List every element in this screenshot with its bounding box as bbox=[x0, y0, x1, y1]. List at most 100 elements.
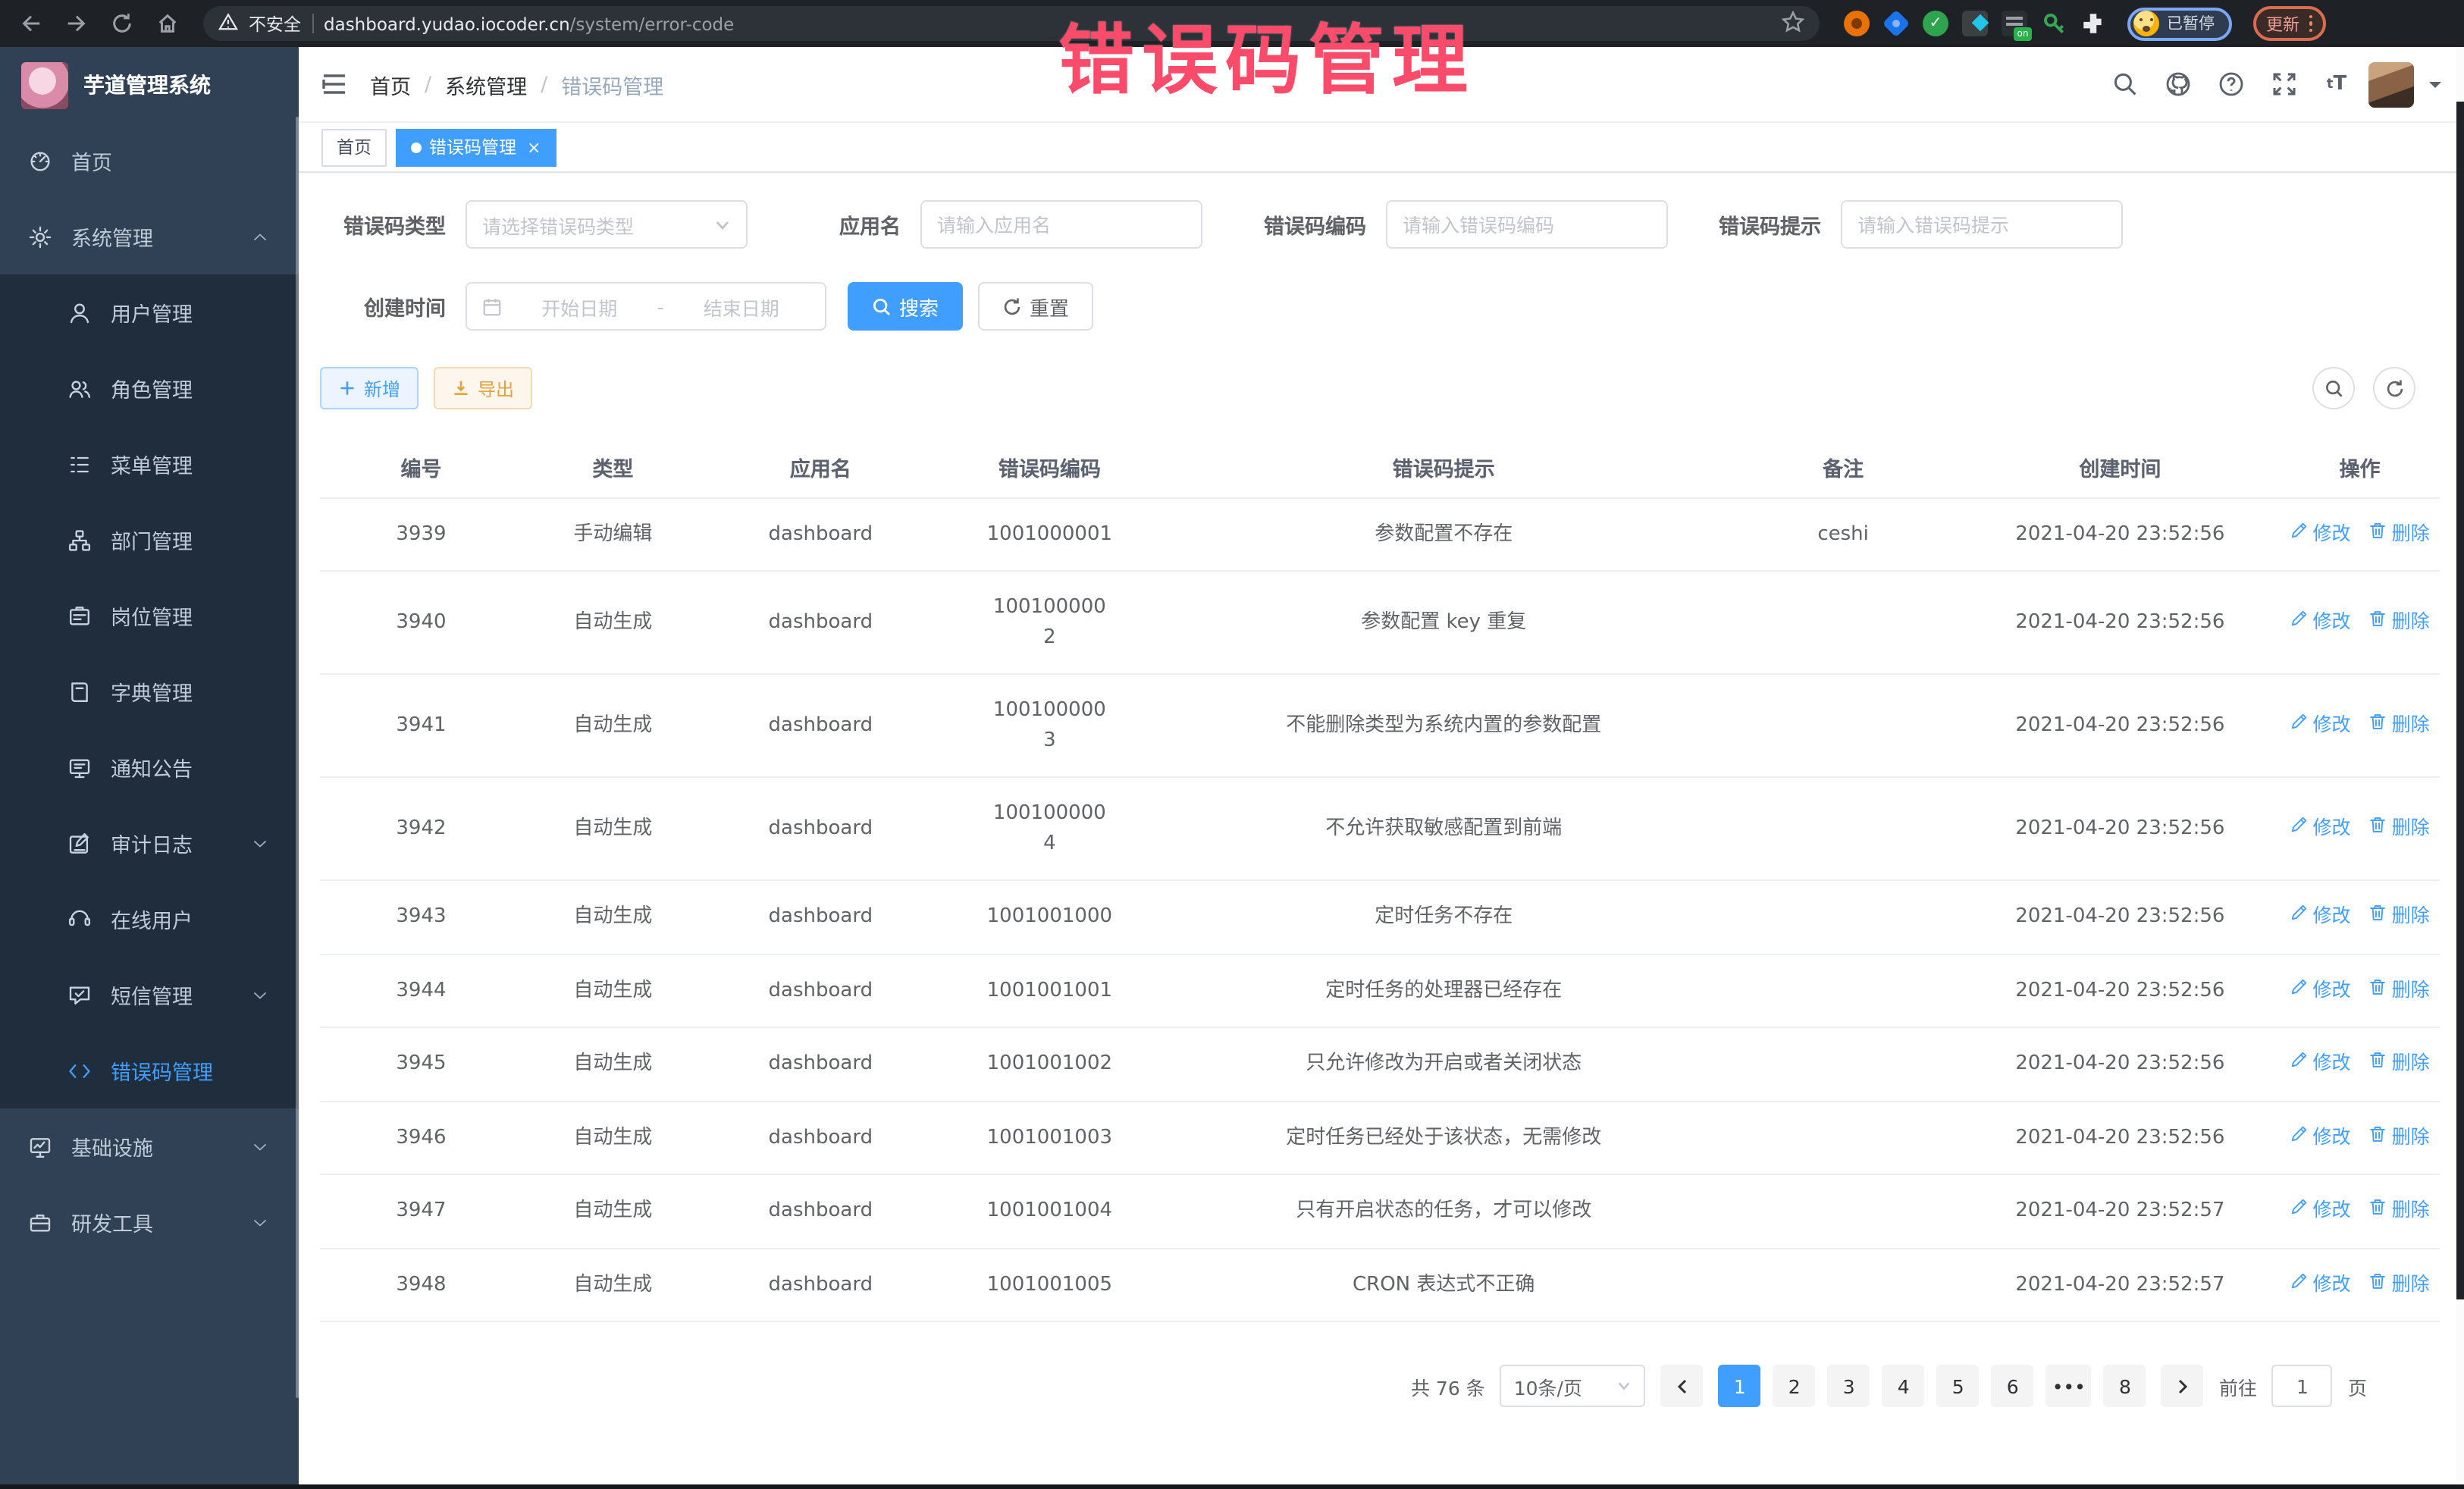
reset-button[interactable]: 重置 bbox=[978, 282, 1093, 331]
date-start-placeholder[interactable]: 开始日期 bbox=[511, 292, 648, 321]
table-row[interactable]: 3943自动生成dashboard1001001000定时任务不存在2021-0… bbox=[320, 880, 2440, 954]
delete-link[interactable]: 删除 bbox=[2369, 1196, 2430, 1225]
delete-link[interactable]: 删除 bbox=[2369, 519, 2430, 548]
sidebar-item-错误码管理[interactable]: 错误码管理 bbox=[0, 1033, 299, 1108]
error-type-select[interactable]: 请选择错误码类型 bbox=[466, 200, 748, 249]
sidebar-item-菜单管理[interactable]: 菜单管理 bbox=[0, 426, 299, 502]
sidebar-item-用户管理[interactable]: 用户管理 bbox=[0, 274, 299, 350]
date-end-placeholder[interactable]: 结束日期 bbox=[673, 292, 810, 321]
export-button[interactable]: 导出 bbox=[434, 367, 532, 409]
delete-link[interactable]: 删除 bbox=[2369, 902, 2430, 931]
edit-link[interactable]: 修改 bbox=[2290, 1049, 2351, 1078]
tab-close-icon[interactable]: × bbox=[527, 137, 541, 157]
browser-back-icon[interactable] bbox=[12, 5, 49, 42]
show-search-toggle-icon[interactable] bbox=[2312, 367, 2355, 409]
edit-link[interactable]: 修改 bbox=[2290, 608, 2351, 637]
delete-link[interactable]: 删除 bbox=[2369, 1123, 2430, 1152]
extension-orange-icon[interactable] bbox=[1844, 11, 1870, 36]
search-button[interactable]: 搜索 bbox=[848, 282, 963, 331]
profile-paused-chip[interactable]: 已暂停 bbox=[2127, 7, 2231, 40]
page-size-select[interactable]: 10条/页 bbox=[1500, 1365, 1646, 1407]
browser-reload-icon[interactable] bbox=[103, 5, 140, 42]
security-label[interactable]: 不安全 bbox=[249, 11, 301, 36]
font-size-icon[interactable]: tT bbox=[2315, 63, 2358, 105]
header-search-icon[interactable] bbox=[2103, 63, 2146, 105]
browser-forward-icon[interactable] bbox=[58, 5, 94, 42]
next-page-button[interactable] bbox=[2161, 1365, 2204, 1407]
extension-key-icon[interactable] bbox=[2041, 11, 2067, 36]
prev-page-button[interactable] bbox=[1661, 1365, 1704, 1407]
sidebar-item-基础设施[interactable]: 基础设施 bbox=[0, 1108, 299, 1184]
sidebar-item-岗位管理[interactable]: 岗位管理 bbox=[0, 578, 299, 654]
table-row[interactable]: 3939手动编辑dashboard1001000001参数配置不存在ceshi2… bbox=[320, 497, 2440, 571]
table-row[interactable]: 3947自动生成dashboard1001001004只有开启状态的任务，才可以… bbox=[320, 1174, 2440, 1248]
bookmark-star-icon[interactable] bbox=[1782, 10, 1804, 37]
page-button-3[interactable]: 3 bbox=[1828, 1365, 1870, 1407]
tab-错误码管理[interactable]: 错误码管理× bbox=[396, 128, 556, 166]
help-icon[interactable] bbox=[2209, 63, 2252, 105]
edit-link[interactable]: 修改 bbox=[2290, 711, 2351, 740]
delete-link[interactable]: 删除 bbox=[2369, 814, 2430, 843]
github-icon[interactable] bbox=[2156, 63, 2199, 105]
sidebar-item-在线用户[interactable]: 在线用户 bbox=[0, 881, 299, 957]
table-row[interactable]: 3940自动生成dashboard100100000 2参数配置 key 重复2… bbox=[320, 571, 2440, 674]
sidebar-item-字典管理[interactable]: 字典管理 bbox=[0, 654, 299, 729]
add-button[interactable]: 新增 bbox=[320, 367, 419, 409]
delete-link[interactable]: 删除 bbox=[2369, 976, 2430, 1005]
page-button-4[interactable]: 4 bbox=[1882, 1365, 1925, 1407]
edit-link[interactable]: 修改 bbox=[2290, 976, 2351, 1005]
sidebar-item-审计日志[interactable]: 审计日志 bbox=[0, 805, 299, 881]
browser-menu-icon[interactable] bbox=[2309, 15, 2312, 33]
sidebar-item-首页[interactable]: 首页 bbox=[0, 123, 299, 199]
table-row[interactable]: 3944自动生成dashboard1001001001定时任务的处理器已经存在2… bbox=[320, 954, 2440, 1027]
page-scrollbar-thumb[interactable] bbox=[2456, 102, 2464, 1299]
tab-首页[interactable]: 首页 bbox=[321, 128, 387, 166]
goto-page-input[interactable] bbox=[2272, 1365, 2333, 1407]
extension-pin-icon[interactable] bbox=[1883, 11, 1909, 36]
address-bar[interactable]: 不安全 dashboard.yudao.iocoder.cn/system/er… bbox=[203, 6, 1820, 41]
sidebar-item-短信管理[interactable]: 短信管理 bbox=[0, 957, 299, 1033]
page-button-2[interactable]: 2 bbox=[1773, 1365, 1816, 1407]
page-button-5[interactable]: 5 bbox=[1937, 1365, 1980, 1407]
edit-link[interactable]: 修改 bbox=[2290, 1196, 2351, 1225]
page-scrollbar[interactable] bbox=[2456, 47, 2464, 1489]
extension-green-check-icon[interactable]: ✓ bbox=[1923, 11, 1948, 36]
error-hint-input[interactable] bbox=[1841, 200, 2123, 249]
table-row[interactable]: 3948自动生成dashboard1001001005CRON 表达式不正确20… bbox=[320, 1248, 2440, 1321]
table-row[interactable]: 3945自动生成dashboard1001001002只允许修改为开启或者关闭状… bbox=[320, 1027, 2440, 1101]
hamburger-icon[interactable] bbox=[299, 71, 370, 97]
edit-link[interactable]: 修改 bbox=[2290, 814, 2351, 843]
breadcrumb-home[interactable]: 首页 bbox=[370, 69, 411, 99]
table-row[interactable]: 3941自动生成dashboard100100000 3不能删除类型为系统内置的… bbox=[320, 674, 2440, 777]
delete-link[interactable]: 删除 bbox=[2369, 608, 2430, 637]
page-ellipsis[interactable]: ••• bbox=[2046, 1365, 2092, 1407]
url-text[interactable]: dashboard.yudao.iocoder.cn/system/error-… bbox=[324, 13, 734, 34]
table-row[interactable]: 3946自动生成dashboard1001001003定时任务已经处于该状态，无… bbox=[320, 1101, 2440, 1174]
extension-tampermonkey-icon[interactable]: on bbox=[2002, 11, 2027, 36]
edit-link[interactable]: 修改 bbox=[2290, 1123, 2351, 1152]
edit-link[interactable]: 修改 bbox=[2290, 1270, 2351, 1299]
fullscreen-icon[interactable] bbox=[2262, 63, 2305, 105]
table-row[interactable]: 3942自动生成dashboard100100000 4不允许获取敏感配置到前端… bbox=[320, 777, 2440, 880]
breadcrumb-system[interactable]: 系统管理 bbox=[445, 69, 527, 99]
sidebar-item-研发工具[interactable]: 研发工具 bbox=[0, 1184, 299, 1260]
sidebar-item-通知公告[interactable]: 通知公告 bbox=[0, 729, 299, 805]
browser-update-button[interactable]: 更新 bbox=[2252, 6, 2326, 41]
delete-link[interactable]: 删除 bbox=[2369, 1049, 2430, 1078]
extension-puzzle-icon[interactable] bbox=[2080, 11, 2106, 36]
edit-link[interactable]: 修改 bbox=[2290, 902, 2351, 931]
extension-grid-icon[interactable] bbox=[1962, 11, 1988, 36]
delete-link[interactable]: 删除 bbox=[2369, 711, 2430, 740]
browser-home-icon[interactable] bbox=[149, 5, 185, 42]
app-logo-row[interactable]: 芋道管理系统 bbox=[0, 47, 299, 123]
sidebar-item-系统管理[interactable]: 系统管理 bbox=[0, 199, 299, 274]
sidebar-item-部门管理[interactable]: 部门管理 bbox=[0, 502, 299, 578]
user-menu-caret-icon[interactable] bbox=[2428, 77, 2443, 92]
refresh-table-icon[interactable] bbox=[2373, 367, 2415, 409]
edit-link[interactable]: 修改 bbox=[2290, 519, 2351, 548]
page-button-6[interactable]: 6 bbox=[1992, 1365, 2034, 1407]
date-range-picker[interactable]: 开始日期 - 结束日期 bbox=[466, 282, 826, 331]
sidebar-item-角色管理[interactable]: 角色管理 bbox=[0, 350, 299, 426]
page-button-1[interactable]: 1 bbox=[1719, 1365, 1761, 1407]
app-name-input[interactable] bbox=[920, 200, 1202, 249]
